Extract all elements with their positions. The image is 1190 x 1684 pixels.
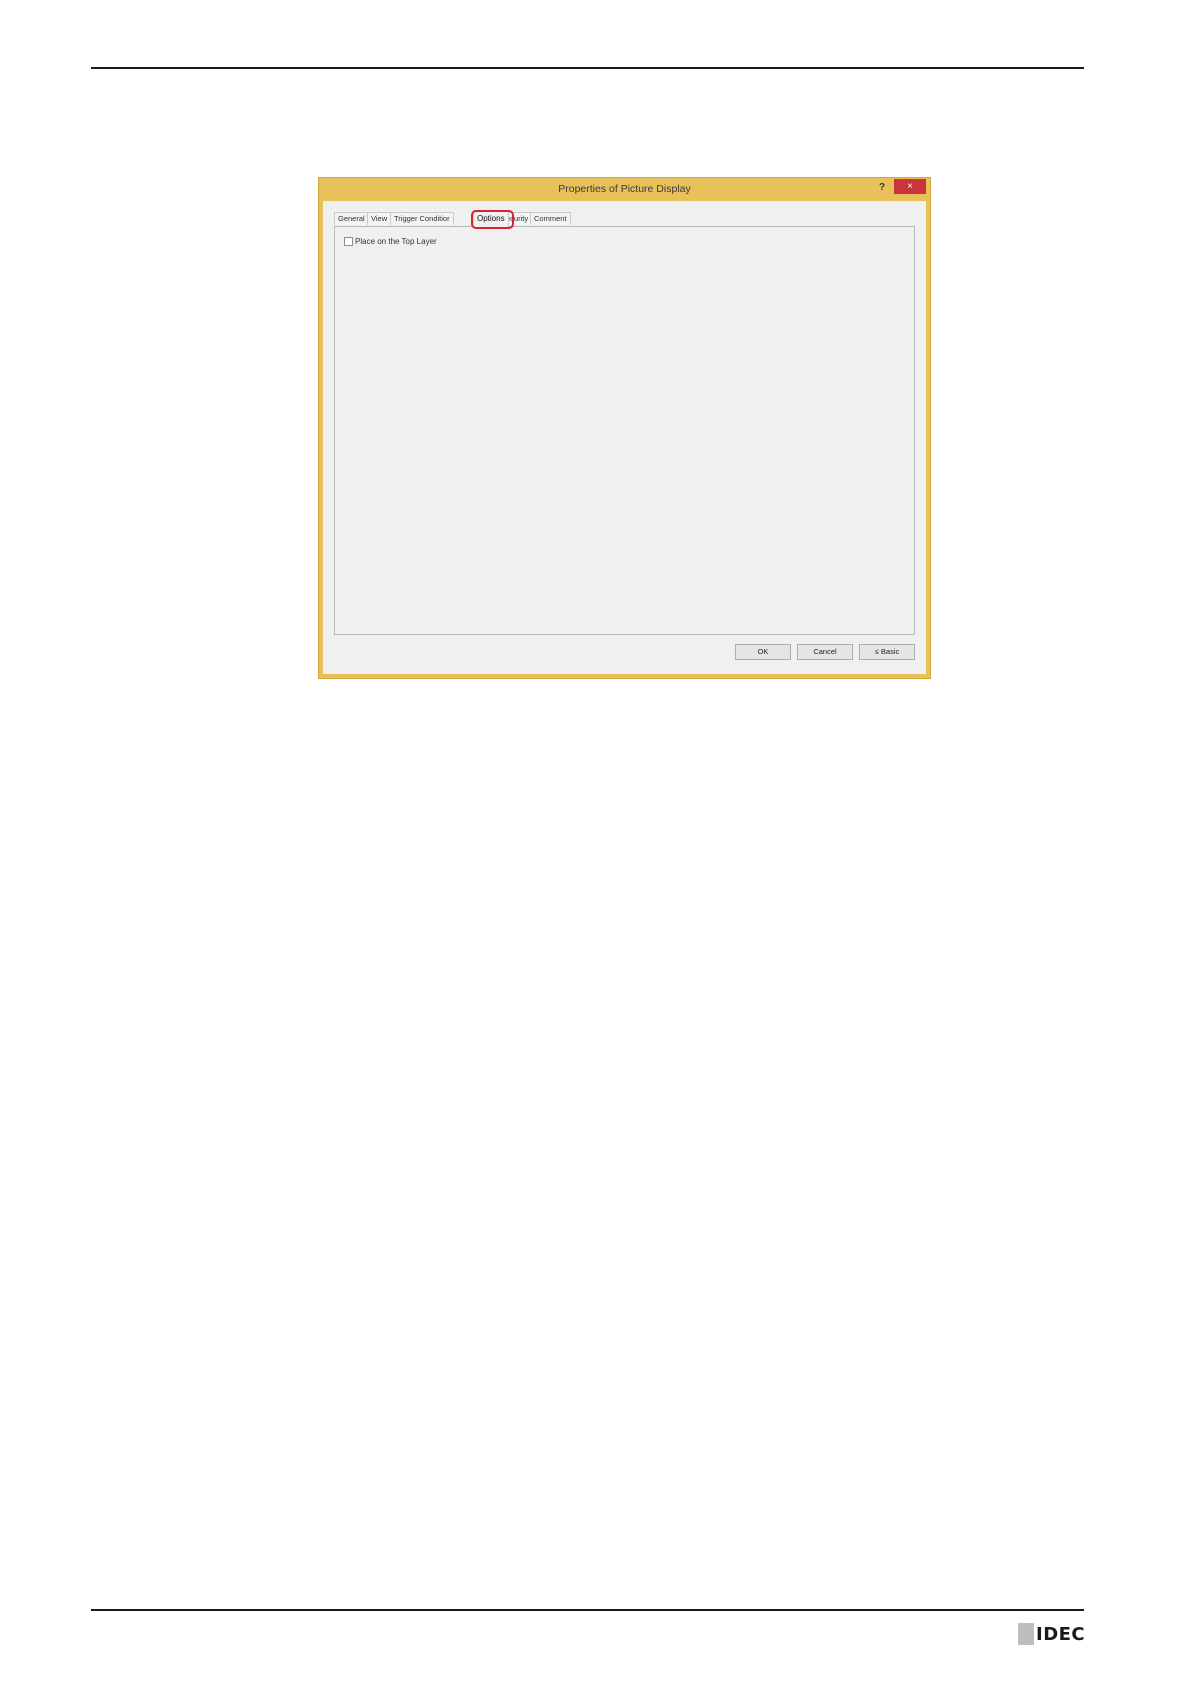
help-button[interactable]: ? bbox=[874, 180, 890, 195]
close-button[interactable]: × bbox=[894, 179, 926, 194]
cancel-button[interactable]: Cancel bbox=[797, 644, 853, 660]
tab-general[interactable]: General bbox=[334, 212, 369, 225]
place-top-layer-checkbox[interactable] bbox=[344, 237, 353, 246]
tab-trigger-condition[interactable]: Trigger Conditior bbox=[390, 212, 454, 225]
logo-text: IDEC bbox=[1036, 1623, 1086, 1645]
tab-view[interactable]: View bbox=[367, 212, 392, 225]
header-rule bbox=[91, 67, 1084, 69]
properties-dialog: Properties of Picture Display ? × Genera… bbox=[318, 177, 931, 679]
title-bar[interactable]: Properties of Picture Display ? × bbox=[319, 178, 930, 200]
options-tab-highlight bbox=[471, 210, 514, 229]
tab-comment[interactable]: Comment bbox=[530, 212, 571, 225]
ok-button[interactable]: OK bbox=[735, 644, 791, 660]
place-top-layer-option[interactable]: Place on the Top Layer bbox=[344, 237, 437, 246]
idec-logo: IDEC bbox=[1018, 1623, 1085, 1645]
dialog-title: Properties of Picture Display bbox=[558, 183, 691, 195]
logo-mark-icon bbox=[1018, 1623, 1034, 1645]
footer-rule bbox=[91, 1609, 1084, 1611]
options-panel: Place on the Top Layer bbox=[334, 226, 915, 635]
dialog-client-area: General View Trigger Conditior Security … bbox=[323, 201, 926, 674]
basic-button[interactable]: ≤ Basic bbox=[859, 644, 915, 660]
place-top-layer-label: Place on the Top Layer bbox=[355, 237, 437, 246]
